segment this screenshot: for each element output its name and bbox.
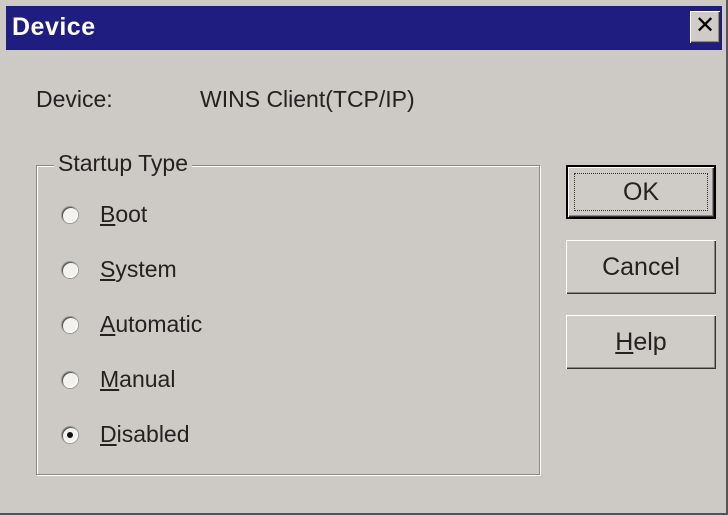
title-bar[interactable]: Device ✕	[6, 6, 722, 50]
radio-button-icon[interactable]	[62, 206, 78, 223]
device-dialog: Device ✕ Device: WINS Client(TCP/IP) Sta…	[0, 0, 728, 515]
close-icon: ✕	[694, 12, 716, 39]
device-value: WINS Client(TCP/IP)	[200, 86, 415, 112]
radio-label-automatic: Automatic	[100, 311, 203, 337]
radio-disabled[interactable]: Disabled	[62, 421, 190, 448]
cancel-button[interactable]: Cancel	[566, 240, 716, 294]
radio-automatic[interactable]: Automatic	[62, 311, 202, 338]
device-label: Device:	[36, 86, 113, 112]
dialog-title: Device	[12, 13, 96, 41]
radio-label-system: System	[100, 256, 177, 282]
radio-button-icon[interactable]	[62, 261, 78, 278]
radio-button-icon[interactable]	[62, 371, 78, 388]
radio-button-selected-icon[interactable]	[62, 426, 78, 443]
startup-type-legend: Startup Type	[54, 150, 192, 177]
radio-system[interactable]: System	[62, 256, 177, 283]
radio-manual[interactable]: Manual	[62, 366, 175, 393]
radio-button-icon[interactable]	[62, 316, 78, 333]
radio-boot[interactable]: Boot	[62, 201, 147, 228]
close-button[interactable]: ✕	[690, 11, 720, 43]
focus-rectangle	[574, 173, 708, 211]
ok-button[interactable]: OK	[566, 165, 716, 219]
radio-label-boot: Boot	[100, 201, 148, 227]
radio-dot-icon	[67, 431, 73, 438]
radio-label-manual: Manual	[100, 366, 176, 392]
cancel-button-label: Cancel	[602, 253, 680, 281]
help-button-label: Help	[615, 328, 667, 356]
help-button[interactable]: Help	[566, 315, 716, 369]
radio-label-disabled: Disabled	[100, 421, 190, 447]
